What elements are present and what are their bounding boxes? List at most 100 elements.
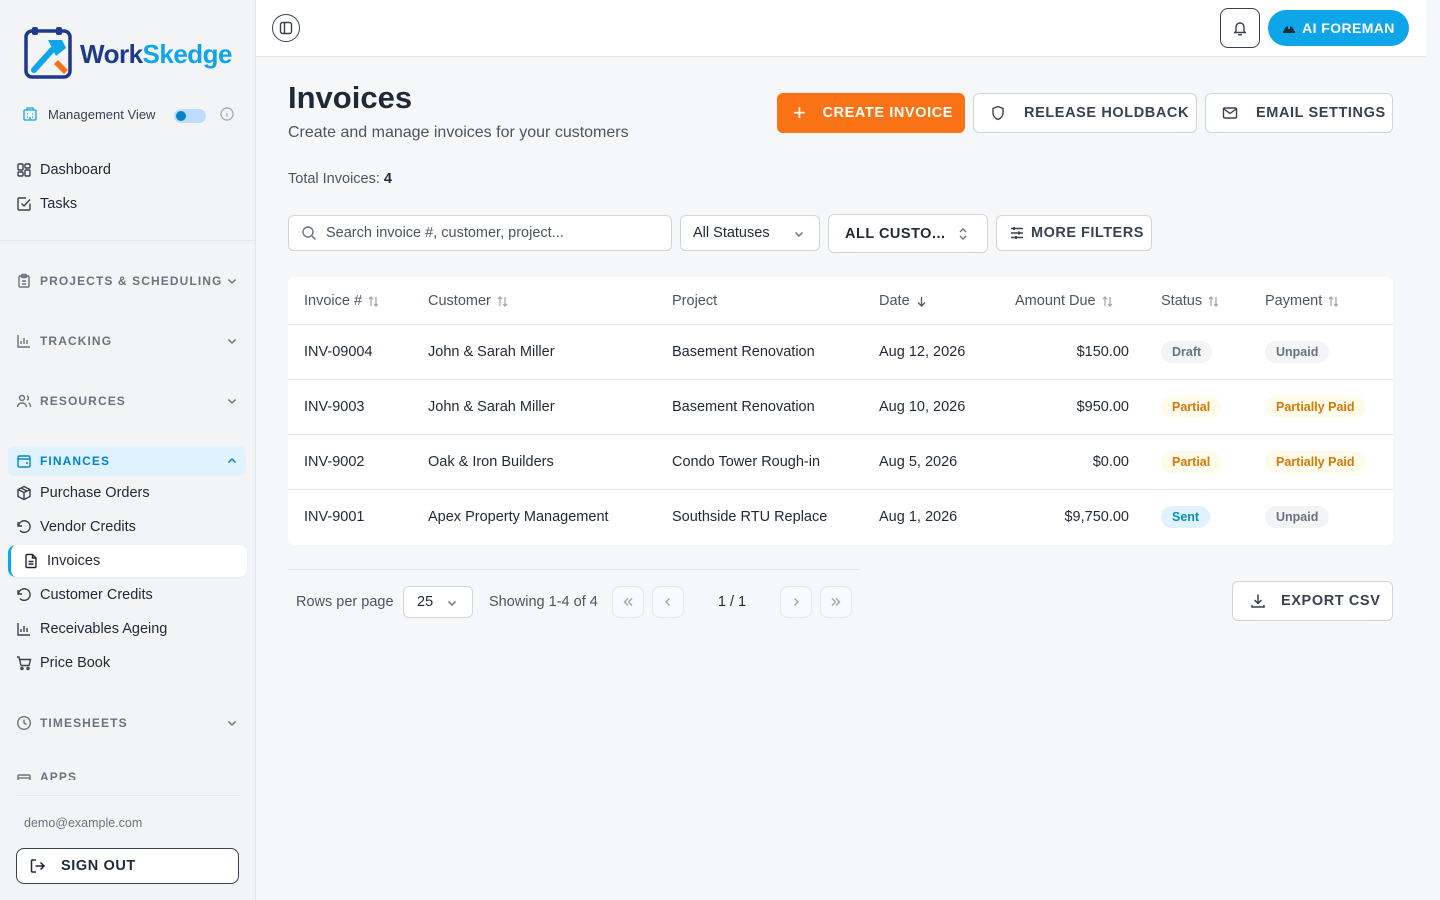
cell-amount: $9,750.00 bbox=[1064, 509, 1129, 525]
section-projects-scheduling[interactable]: PROJECTS & SCHEDULING bbox=[8, 266, 246, 296]
hard-hat-icon bbox=[1283, 25, 1296, 33]
logo[interactable]: WorkSkedge bbox=[22, 26, 233, 82]
cell-invoice[interactable]: INV-09004 bbox=[304, 344, 373, 360]
column-header-customer[interactable]: Customer bbox=[428, 293, 509, 309]
download-icon bbox=[1251, 594, 1265, 608]
export-csv-button[interactable]: EXPORT CSV bbox=[1232, 581, 1393, 621]
release-holdback-button[interactable]: RELEASE HOLDBACK bbox=[973, 93, 1197, 133]
column-label: Amount Due bbox=[1015, 293, 1096, 309]
nav-price-book[interactable]: Price Book bbox=[16, 649, 110, 677]
sort-icon bbox=[497, 295, 508, 307]
info-icon[interactable] bbox=[220, 107, 234, 121]
cell-invoice[interactable]: INV-9002 bbox=[304, 454, 364, 470]
table-row[interactable]: INV-9003 John & Sarah Miller Basement Re… bbox=[288, 380, 1393, 435]
sidebar: WorkSkedge Management View Dashboard Tas… bbox=[0, 0, 256, 900]
section-finances-label: FINANCES bbox=[40, 454, 111, 468]
cell-project: Condo Tower Rough-in bbox=[672, 454, 821, 470]
section-projects-label: PROJECTS & SCHEDULING bbox=[40, 274, 223, 288]
rotate-ccw-icon bbox=[17, 520, 31, 534]
column-header-project: Project bbox=[672, 293, 717, 309]
search-field[interactable] bbox=[288, 215, 672, 251]
section-timesheets[interactable]: TIMESHEETS bbox=[8, 708, 246, 738]
nav-customer-credits[interactable]: Customer Credits bbox=[16, 581, 153, 609]
next-page-button[interactable] bbox=[780, 586, 812, 618]
nav-vendor-credits[interactable]: Vendor Credits bbox=[16, 513, 136, 541]
nav-dashboard[interactable]: Dashboard bbox=[16, 156, 111, 184]
cell-amount: $150.00 bbox=[1076, 344, 1129, 360]
section-timesheets-label: TIMESHEETS bbox=[40, 716, 128, 730]
previous-page-button[interactable] bbox=[652, 586, 684, 618]
column-header-amount[interactable]: Amount Due bbox=[1015, 293, 1114, 309]
section-tracking[interactable]: TRACKING bbox=[8, 326, 246, 356]
invoices-table: Invoice # Customer Project Date Amount D… bbox=[288, 277, 1393, 545]
cell-invoice[interactable]: INV-9003 bbox=[304, 399, 364, 415]
clipboard-icon bbox=[18, 273, 30, 288]
page-scrollbar[interactable] bbox=[1426, 0, 1440, 900]
sign-out-button[interactable]: SIGN OUT bbox=[16, 848, 239, 884]
notifications-button[interactable] bbox=[1220, 8, 1260, 48]
log-out-icon bbox=[30, 859, 46, 873]
search-icon bbox=[302, 226, 316, 240]
first-page-button[interactable] bbox=[612, 586, 644, 618]
cell-customer: Oak & Iron Builders bbox=[428, 454, 554, 470]
chevron-left-icon bbox=[665, 598, 670, 606]
payment-badge: Partially Paid bbox=[1265, 396, 1366, 418]
apps-icon bbox=[17, 774, 31, 780]
cell-date: Aug 10, 2026 bbox=[879, 399, 966, 415]
logo-mark-icon bbox=[22, 26, 74, 82]
nav-invoices[interactable]: Invoices bbox=[8, 545, 247, 577]
rotate-ccw-icon bbox=[17, 588, 31, 602]
sliders-icon bbox=[1011, 227, 1023, 239]
table-row[interactable]: INV-9001 Apex Property Management Souths… bbox=[288, 490, 1393, 545]
chevron-down-icon bbox=[794, 231, 804, 238]
cell-invoice[interactable]: INV-9001 bbox=[304, 509, 364, 525]
column-header-payment[interactable]: Payment bbox=[1265, 293, 1340, 309]
section-resources[interactable]: RESOURCES bbox=[8, 386, 246, 416]
management-view-toggle[interactable] bbox=[174, 109, 206, 123]
section-tracking-label: TRACKING bbox=[40, 334, 113, 348]
nav-purchase-orders-label: Purchase Orders bbox=[40, 485, 150, 501]
customer-filter-select[interactable]: ALL CUSTO... bbox=[828, 214, 988, 253]
column-header-status[interactable]: Status bbox=[1161, 293, 1220, 309]
cell-project: Southside RTU Replace bbox=[672, 509, 828, 525]
nav-receivables-ageing-label: Receivables Ageing bbox=[40, 621, 168, 637]
section-apps[interactable]: APPS bbox=[16, 770, 240, 780]
email-settings-button[interactable]: EMAIL SETTINGS bbox=[1205, 93, 1393, 133]
nav-receivables-ageing[interactable]: Receivables Ageing bbox=[16, 615, 167, 643]
column-label: Date bbox=[879, 293, 910, 309]
create-invoice-label: CREATE INVOICE bbox=[822, 105, 954, 121]
chevrons-right-icon bbox=[831, 598, 841, 606]
nav-price-book-label: Price Book bbox=[40, 655, 111, 671]
chevron-down-icon bbox=[227, 278, 237, 285]
search-input[interactable] bbox=[326, 225, 646, 241]
users-icon bbox=[16, 394, 32, 408]
ai-foreman-button[interactable]: AI FOREMAN bbox=[1268, 10, 1409, 46]
section-finances[interactable]: FINANCES bbox=[8, 446, 246, 476]
mail-icon bbox=[1222, 107, 1238, 119]
table-row[interactable]: INV-09004 John & Sarah Miller Basement R… bbox=[288, 325, 1393, 380]
payment-badge: Unpaid bbox=[1265, 341, 1330, 363]
nav-invoices-label: Invoices bbox=[47, 553, 101, 569]
section-resources-label: RESOURCES bbox=[40, 394, 126, 408]
column-label: Payment bbox=[1265, 293, 1323, 309]
nav-purchase-orders[interactable]: Purchase Orders bbox=[16, 479, 150, 507]
email-settings-label: EMAIL SETTINGS bbox=[1256, 105, 1386, 121]
column-header-invoice[interactable]: Invoice # bbox=[304, 293, 380, 309]
page-title: Invoices bbox=[288, 80, 413, 115]
chevron-right-icon bbox=[794, 598, 799, 606]
cell-project: Basement Renovation bbox=[672, 344, 815, 360]
column-header-date[interactable]: Date bbox=[879, 293, 928, 309]
bar-chart-icon bbox=[17, 623, 30, 636]
status-filter-value: All Statuses bbox=[693, 225, 770, 241]
plus-icon: + bbox=[793, 100, 807, 125]
nav-tasks[interactable]: Tasks bbox=[16, 190, 77, 218]
rows-per-page-select[interactable]: 25 bbox=[403, 586, 473, 618]
status-filter-select[interactable]: All Statuses bbox=[680, 215, 820, 251]
chevrons-up-down-icon bbox=[959, 228, 967, 240]
last-page-button[interactable] bbox=[820, 586, 852, 618]
more-filters-button[interactable]: MORE FILTERS bbox=[996, 215, 1152, 251]
cell-amount: $950.00 bbox=[1076, 399, 1129, 415]
create-invoice-button[interactable]: + CREATE INVOICE bbox=[777, 93, 965, 133]
table-row[interactable]: INV-9002 Oak & Iron Builders Condo Tower… bbox=[288, 435, 1393, 490]
toggle-sidebar-button[interactable] bbox=[272, 14, 300, 42]
